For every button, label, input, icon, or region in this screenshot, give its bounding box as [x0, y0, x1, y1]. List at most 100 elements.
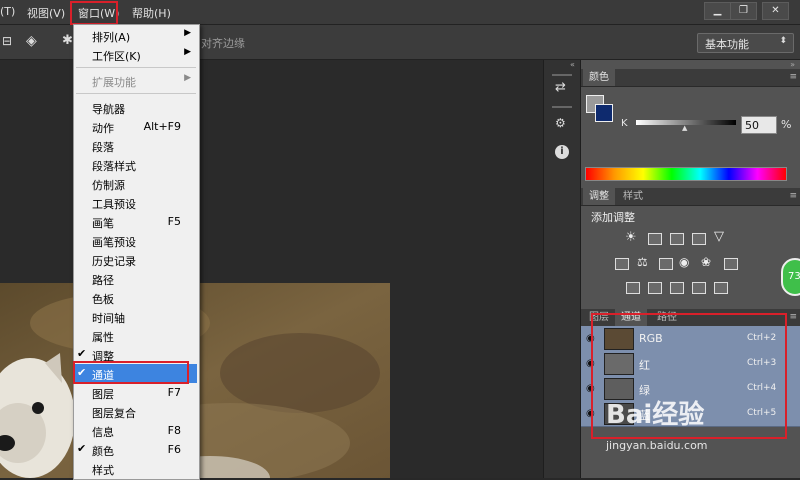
posterize-icon[interactable]	[648, 282, 662, 294]
menu-item-label: 段落样式	[92, 160, 136, 173]
grip-icon[interactable]	[552, 106, 572, 108]
menu-item-info[interactable]: 信息 F8	[75, 421, 197, 440]
gradient-map-icon[interactable]	[714, 282, 728, 294]
panel-menu-icon[interactable]: ≡	[789, 312, 797, 322]
panel-menu-icon[interactable]: ≡	[789, 72, 797, 82]
history-icon[interactable]: ⇄	[555, 80, 566, 95]
window-menu-dropdown: 排列(A) ▶ 工作区(K) ▶ 扩展功能 ▶ 导航器 动作 Alt+F9 段落 …	[73, 24, 200, 480]
menu-item-label: 图层	[92, 388, 114, 401]
menu-item-tool-presets[interactable]: 工具预设	[75, 193, 197, 212]
menu-item-label: 路径	[92, 274, 114, 287]
baidu-watermark: Bai经验 jingyan.baidu.com	[606, 394, 796, 454]
k-slider-label: K	[621, 118, 628, 129]
menu-bar: (T) 视图(V) 窗口(W) 帮助(H) ▁ ❐ ✕	[0, 0, 800, 25]
menu-item-actions[interactable]: 动作 Alt+F9	[75, 117, 197, 136]
menu-item-layers[interactable]: 图层 F7	[75, 383, 197, 402]
menu-item-brush-presets[interactable]: 画笔预设	[75, 231, 197, 250]
menu-item-label: 颜色	[92, 445, 114, 458]
grip-icon[interactable]	[552, 74, 572, 76]
slider-thumb-icon[interactable]: ▲	[682, 124, 687, 132]
minimize-button[interactable]: ▁	[704, 2, 731, 20]
menu-item-shortcut: F6	[167, 443, 181, 456]
vibrance-icon[interactable]: ▽	[714, 229, 724, 244]
exposure-icon[interactable]	[692, 233, 706, 245]
menu-item-shortcut: F5	[167, 215, 181, 228]
menu-item-label: 属性	[92, 331, 114, 344]
k-value-field[interactable]: 50	[741, 116, 777, 134]
checkmark-icon: ✔	[77, 347, 87, 360]
menu-view[interactable]: 视图(V)	[27, 5, 65, 21]
align-icon[interactable]: ⊟	[2, 34, 12, 48]
collapse-arrows-icon[interactable]: »	[790, 60, 795, 69]
menu-item-navigator[interactable]: 导航器	[75, 98, 197, 117]
info-icon[interactable]: i	[555, 145, 569, 159]
menu-item-paths[interactable]: 路径	[75, 269, 197, 288]
channels-item-highlight	[73, 361, 189, 384]
stack-icon[interactable]: ◈	[26, 33, 37, 49]
levels-icon[interactable]	[648, 233, 662, 245]
color-lookup-icon[interactable]	[724, 258, 738, 270]
menu-item-clone-source[interactable]: 仿制源	[75, 174, 197, 193]
tab-styles[interactable]: 样式	[617, 188, 649, 205]
menu-item-shortcut: Alt+F9	[143, 120, 181, 133]
window-menu-highlight	[70, 1, 118, 25]
menu-item-history[interactable]: 历史记录	[75, 250, 197, 269]
menu-item-label: 画笔预设	[92, 236, 136, 249]
workspace-select[interactable]: 基本功能 ⬍	[697, 33, 794, 53]
menu-item-label: 样式	[92, 464, 114, 477]
threshold-icon[interactable]	[670, 282, 684, 294]
menu-item-paragraph[interactable]: 段落	[75, 136, 197, 155]
align-edges-label[interactable]: 对齐边缘	[201, 35, 245, 51]
menu-item-label: 段落	[92, 141, 114, 154]
menu-item-extensions[interactable]: 扩展功能 ▶	[75, 71, 197, 90]
submenu-arrow-icon: ▶	[184, 28, 191, 38]
hue-saturation-icon[interactable]	[615, 258, 629, 270]
workspace-select-value: 基本功能	[705, 38, 749, 51]
notification-badge[interactable]: 73	[781, 258, 800, 296]
menu-item-label: 仿制源	[92, 179, 125, 192]
submenu-arrow-icon: ▶	[184, 47, 191, 57]
panel-menu-icon[interactable]: ≡	[789, 191, 797, 201]
k-value-text: 50	[745, 119, 759, 132]
collapse-arrows-icon[interactable]: «	[570, 60, 575, 69]
add-adjustment-title: 添加调整	[591, 211, 635, 224]
background-swatch[interactable]	[595, 104, 613, 122]
menu-item-swatches[interactable]: 色板	[75, 288, 197, 307]
properties-icon[interactable]: ⚙	[555, 116, 566, 130]
panel-icon-column: « ⇄ ⚙ i	[543, 60, 580, 478]
tab-adjustments[interactable]: 调整	[583, 188, 615, 205]
submenu-arrow-icon: ▶	[184, 73, 191, 83]
photo-filter-icon[interactable]: ◉	[679, 255, 689, 269]
menu-item-color[interactable]: ✔ 颜色 F6	[75, 440, 197, 459]
tab-color[interactable]: 颜色	[583, 69, 615, 86]
menu-item-workspace[interactable]: 工作区(K) ▶	[75, 45, 197, 64]
selective-color-icon[interactable]	[692, 282, 706, 294]
gear-icon[interactable]: ✱	[62, 33, 73, 48]
menu-item-label: 信息	[92, 426, 114, 439]
percent-unit: %	[781, 118, 792, 131]
menu-item-properties[interactable]: 属性	[75, 326, 197, 345]
restore-button[interactable]: ❐	[730, 2, 757, 20]
menu-item-label: 历史记录	[92, 255, 136, 268]
menu-item-label: 图层复合	[92, 407, 136, 420]
menu-item-paragraph-styles[interactable]: 段落样式	[75, 155, 197, 174]
close-button[interactable]: ✕	[762, 2, 789, 20]
menu-separator	[76, 93, 196, 94]
color-ramp[interactable]	[585, 167, 787, 181]
menu-item-arrange[interactable]: 排列(A) ▶	[75, 26, 197, 45]
menu-item-layer-comps[interactable]: 图层复合	[75, 402, 197, 421]
menu-item-brush[interactable]: 画笔 F5	[75, 212, 197, 231]
menu-item-label: 时间轴	[92, 312, 125, 325]
menu-help[interactable]: 帮助(H)	[132, 5, 171, 21]
adjust-panel-tabs: 调整 样式 ≡	[581, 188, 800, 206]
curves-icon[interactable]	[670, 233, 684, 245]
menu-item-styles[interactable]: 样式	[75, 459, 197, 478]
menu-type[interactable]: (T)	[0, 5, 15, 18]
menu-item-timeline[interactable]: 时间轴	[75, 307, 197, 326]
channel-mixer-icon[interactable]: ❀	[701, 255, 711, 269]
invert-icon[interactable]	[626, 282, 640, 294]
brightness-icon[interactable]: ☀	[625, 230, 637, 245]
menu-item-label: 画笔	[92, 217, 114, 230]
color-balance-icon[interactable]: ⚖	[637, 255, 648, 269]
black-white-icon[interactable]	[659, 258, 673, 270]
